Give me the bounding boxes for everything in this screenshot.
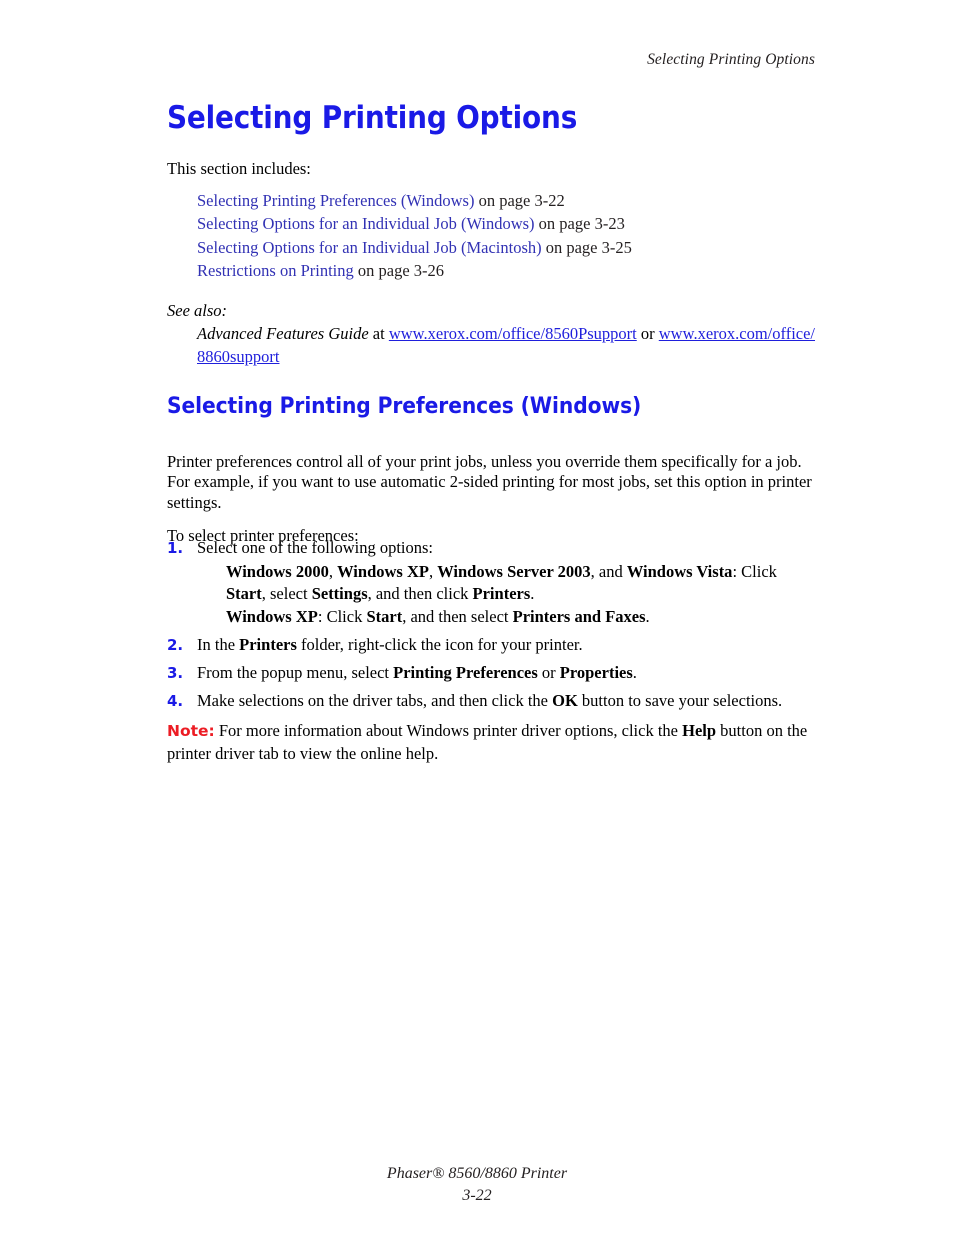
ui-label-printers: Printers <box>472 584 531 604</box>
ui-label-help: Help <box>682 721 717 740</box>
toc-page-ref: on page 3-23 <box>534 214 625 234</box>
toc-link-printing-preferences[interactable]: Selecting Printing Preferences (Windows) <box>197 191 474 210</box>
substep-windows-2000-xp-2003-vista: Windows 2000, Windows XP, Windows Server… <box>226 561 815 606</box>
step-number: 3. <box>167 664 184 683</box>
step-text: button to save your selections. <box>577 690 783 710</box>
procedure-steps: 1. Select one of the following options: W… <box>167 538 815 712</box>
os-name-windows-xp: Windows XP <box>226 606 318 626</box>
table-of-contents: Selecting Printing Preferences (Windows)… <box>197 189 632 282</box>
ui-label-settings: Settings <box>311 584 368 604</box>
ui-label-properties: Properties <box>559 663 633 683</box>
toc-page-ref: on page 3-25 <box>541 237 632 257</box>
section-intro-text: This section includes: <box>167 159 311 178</box>
list-item-step-2: 2. In the Printers folder, right-click th… <box>167 635 815 656</box>
os-name-windows-server-2003: Windows Server 2003 <box>437 561 591 581</box>
step-1-substeps: Windows 2000, Windows XP, Windows Server… <box>197 561 815 628</box>
toc-page-ref: on page 3-26 <box>353 260 445 280</box>
list-item: Selecting Options for an Individual Job … <box>197 212 632 235</box>
step-text: From the popup menu, select <box>197 663 394 683</box>
os-name-windows-vista: Windows Vista <box>626 561 733 581</box>
see-also-guide-title: Advanced Features Guide <box>197 324 369 343</box>
instruction-text: . <box>530 584 535 604</box>
instruction-text: , and then select <box>402 606 513 626</box>
note-label: Note: <box>167 722 215 740</box>
support-link-8560p[interactable]: www.xerox.com/office/8560Psupport <box>389 324 637 343</box>
see-also-body: Advanced Features Guide at www.xerox.com… <box>197 323 823 368</box>
toc-link-individual-job-windows[interactable]: Selecting Options for an Individual Job … <box>197 214 535 233</box>
instruction-text: , select <box>261 584 312 604</box>
see-also-connector: at <box>368 324 389 343</box>
see-also-label: See also: <box>167 301 228 320</box>
footer-product-name: Phaser® 8560/8860 Printer <box>386 1165 568 1182</box>
step-number: 4. <box>167 691 184 710</box>
instruction-text: : Click <box>732 561 777 581</box>
ui-label-printing-preferences: Printing Preferences <box>393 663 538 683</box>
list-item: Restrictions on Printing on page 3-26 <box>197 259 632 282</box>
ui-label-start: Start <box>366 606 403 626</box>
instruction-text: . <box>645 606 650 626</box>
document-page: Selecting Printing Options Selecting Pri… <box>0 0 954 1235</box>
step-number: 1. <box>167 539 184 557</box>
step-number: 2. <box>167 636 184 655</box>
os-name-windows-xp: Windows XP <box>337 561 429 581</box>
separator: , and <box>590 561 627 581</box>
page-footer: Phaser® 8560/8860 Printer 3-22 <box>0 1163 954 1206</box>
list-item-step-3: 3. From the popup menu, select Printing P… <box>167 663 815 684</box>
separator: , <box>428 561 438 581</box>
os-name-windows-2000: Windows 2000 <box>226 561 329 581</box>
instruction-text: : Click <box>317 606 367 626</box>
running-header: Selecting Printing Options <box>647 51 815 68</box>
step-text: Make selections on the driver tabs, and … <box>197 690 553 710</box>
toc-page-ref: on page 3-22 <box>474 191 565 210</box>
step-text: Select one of the following options: <box>197 538 434 557</box>
step-text: . <box>632 663 637 683</box>
step-text: folder, right-click the icon for your pr… <box>296 635 583 655</box>
instruction-text: , and then click <box>367 584 473 604</box>
list-item: Selecting Printing Preferences (Windows)… <box>197 189 632 212</box>
step-text: In the <box>197 635 240 655</box>
toc-link-individual-job-macintosh[interactable]: Selecting Options for an Individual Job … <box>197 238 542 257</box>
list-item: Selecting Options for an Individual Job … <box>197 236 632 259</box>
step-text: or <box>537 663 560 683</box>
separator: , <box>328 561 338 581</box>
toc-link-restrictions-on-printing[interactable]: Restrictions on Printing <box>197 261 354 280</box>
footer-page-number: 3-22 <box>462 1187 492 1204</box>
section-heading-printing-preferences: Selecting Printing Preferences (Windows) <box>167 393 642 419</box>
see-also-or: or <box>636 324 659 343</box>
note-block: Note: For more information about Windows… <box>167 720 809 764</box>
list-item-step-4: 4. Make selections on the driver tabs, an… <box>167 691 815 712</box>
ui-label-printers-and-faxes: Printers and Faxes <box>512 606 646 626</box>
substep-windows-xp: Windows XP: Click Start, and then select… <box>226 606 815 628</box>
ui-label-start: Start <box>226 584 262 604</box>
list-item-step-1: 1. Select one of the following options: W… <box>167 538 815 628</box>
paragraph-printer-preferences: Printer preferences control all of your … <box>167 451 812 513</box>
note-text: For more information about Windows print… <box>214 721 683 740</box>
ui-label-ok: OK <box>552 690 578 710</box>
page-title: Selecting Printing Options <box>167 100 578 136</box>
ui-label-printers: Printers <box>239 635 297 655</box>
